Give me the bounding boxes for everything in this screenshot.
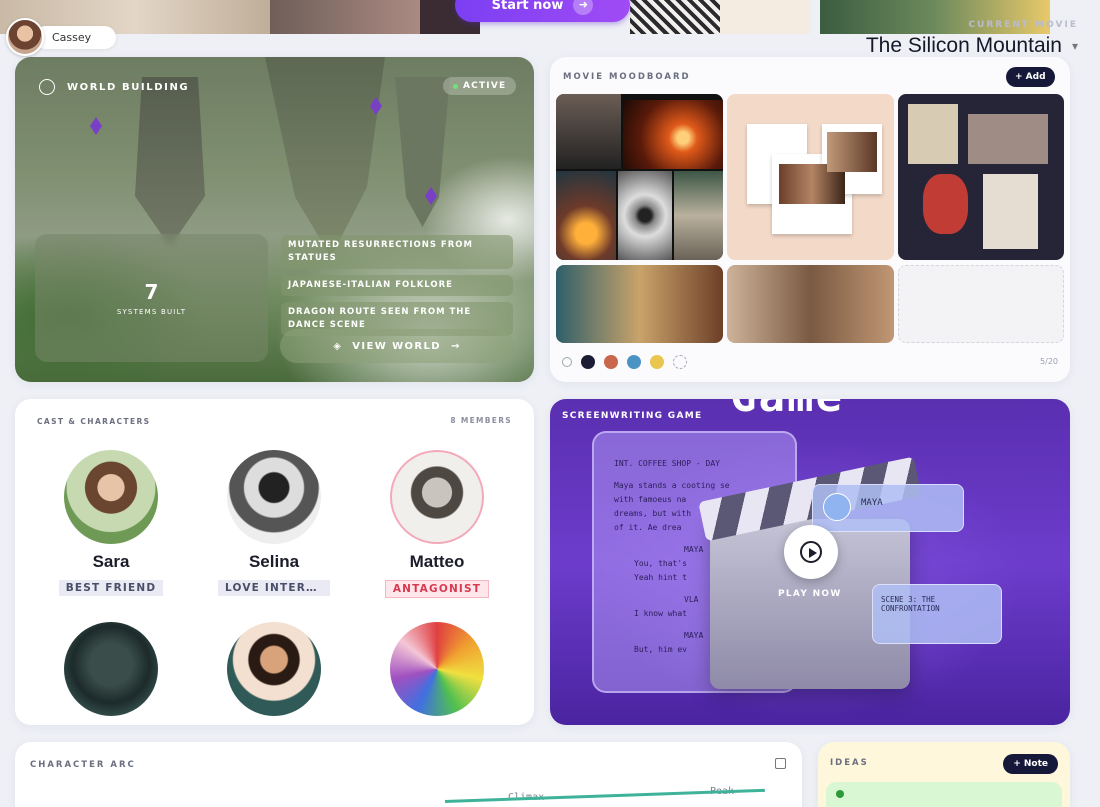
play-button[interactable]	[784, 525, 838, 579]
moodboard-card: MOVIE MOODBOARD + Add 5/20	[550, 57, 1070, 382]
world-building-card[interactable]: WORLD BUILDING ACTIVE 7 SYSTEMS BUILT MU…	[15, 57, 534, 382]
stat-label: SYSTEMS BUILT	[116, 308, 187, 316]
status-label: ACTIVE	[463, 81, 507, 91]
add-note-button[interactable]: + Note	[1003, 754, 1058, 774]
member-role: LOVE INTERE…	[218, 580, 330, 596]
arc-title: CHARACTER ARC	[30, 760, 136, 770]
moodboard-count: 5/20	[1040, 357, 1058, 366]
status-dot	[453, 83, 458, 89]
game-title: SCREENWRITING GAME	[562, 411, 703, 421]
cast-title: CAST & CHARACTERS	[37, 417, 151, 426]
globe-icon	[39, 79, 55, 95]
current-movie-title: The Silicon Mountain	[865, 34, 1062, 57]
world-tags: MUTATED RESURRECTIONS FROM STATUES JAPAN…	[281, 235, 513, 336]
play-icon	[800, 541, 822, 563]
pin-icon	[836, 790, 844, 798]
add-button[interactable]: + Add	[1006, 67, 1055, 87]
current-movie-label: CURRENT MOVIE	[968, 20, 1078, 30]
avatar	[823, 493, 851, 521]
moodboard-tile[interactable]	[727, 265, 894, 343]
moodboard-tile[interactable]	[556, 94, 723, 260]
external-link-icon[interactable]	[775, 758, 786, 769]
screenwriting-game-card[interactable]: Game SCREENWRITING GAME INT. COFFEE SHOP…	[550, 399, 1070, 725]
moodboard-title: MOVIE MOODBOARD	[563, 72, 691, 82]
cast-member[interactable]: Matteo ANTAGONIST	[367, 450, 507, 602]
ideas-title: IDEAS	[830, 758, 869, 768]
stat-value: 7	[144, 280, 159, 304]
cast-member[interactable]	[367, 622, 507, 716]
arrow-right-icon: ➜	[573, 0, 594, 15]
layers-icon: ◈	[333, 340, 343, 352]
scene-label: SCENE 3: THE CONFRONTATION	[881, 595, 940, 613]
palette-icon	[562, 357, 572, 367]
member-name: Sara	[92, 552, 130, 571]
avatar	[64, 622, 158, 716]
status-badge: ACTIVE	[443, 77, 517, 95]
avatar	[390, 622, 484, 716]
systems-stat: 7 SYSTEMS BUILT	[35, 234, 268, 362]
current-movie-selector[interactable]: CURRENT MOVIE The Silicon Mountain ▾	[866, 20, 1078, 58]
view-world-label: VIEW WORLD	[352, 340, 442, 352]
avatar	[390, 450, 484, 544]
crystal-art	[90, 117, 102, 135]
avatar	[64, 450, 158, 544]
world-building-title: WORLD BUILDING	[67, 81, 190, 93]
floating-castle-art	[135, 77, 205, 247]
color-swatch[interactable]	[627, 355, 641, 369]
member-name: Matteo	[409, 552, 465, 571]
scene-card: SCENE 3: THE CONFRONTATION	[872, 584, 1002, 644]
start-now-button[interactable]: Start now ➜	[455, 0, 630, 22]
ideas-card: IDEAS + Note	[818, 742, 1070, 807]
user-name: Cassey	[34, 25, 116, 49]
user-chip[interactable]: Cassey	[6, 18, 116, 56]
member-name: Selina	[248, 552, 300, 571]
cast-member[interactable]: Sara BEST FRIEND	[41, 450, 181, 600]
idea-note[interactable]	[826, 782, 1062, 807]
avatar	[227, 450, 321, 544]
cast-member[interactable]: Selina LOVE INTERE…	[204, 450, 344, 600]
avatar	[6, 18, 44, 56]
member-role: BEST FRIEND	[58, 580, 164, 596]
character-name: MAYA	[861, 498, 883, 508]
world-tag: JAPANESE-ITALIAN FOLKLORE	[281, 275, 513, 296]
view-world-button[interactable]: ◈ VIEW WORLD →	[280, 329, 514, 363]
start-now-label: Start now	[491, 0, 564, 13]
add-color-button[interactable]	[673, 355, 687, 369]
color-palette	[562, 355, 687, 369]
moodboard-tile[interactable]	[727, 94, 894, 260]
cast-member[interactable]	[41, 622, 181, 716]
color-swatch[interactable]	[604, 355, 618, 369]
moodboard-empty-slot[interactable]	[898, 265, 1064, 343]
cast-member[interactable]	[204, 622, 344, 716]
character-card: MAYA	[812, 484, 964, 532]
color-swatch[interactable]	[581, 355, 595, 369]
arrow-right-icon: →	[451, 340, 461, 352]
chevron-down-icon: ▾	[1071, 39, 1078, 53]
floating-castle-art	[395, 77, 450, 227]
moodboard-tile[interactable]	[556, 265, 723, 343]
script-line: INT. COFFEE SHOP - DAY	[614, 459, 720, 468]
color-swatch[interactable]	[650, 355, 664, 369]
cast-card: CAST & CHARACTERS 8 MEMBERS Sara BEST FR…	[15, 399, 534, 725]
cast-member-count: 8 MEMBERS	[450, 416, 512, 425]
moodboard-tile[interactable]	[898, 94, 1064, 260]
game-banner: Game	[730, 399, 844, 422]
character-arc-card: CHARACTER ARC Climax Peak	[15, 742, 802, 807]
world-tag: MUTATED RESURRECTIONS FROM STATUES	[281, 235, 513, 269]
play-now-label: PLAY NOW	[778, 589, 842, 599]
avatar	[227, 622, 321, 716]
floating-castle-art	[265, 57, 385, 257]
member-role: ANTAGONIST	[384, 580, 490, 598]
